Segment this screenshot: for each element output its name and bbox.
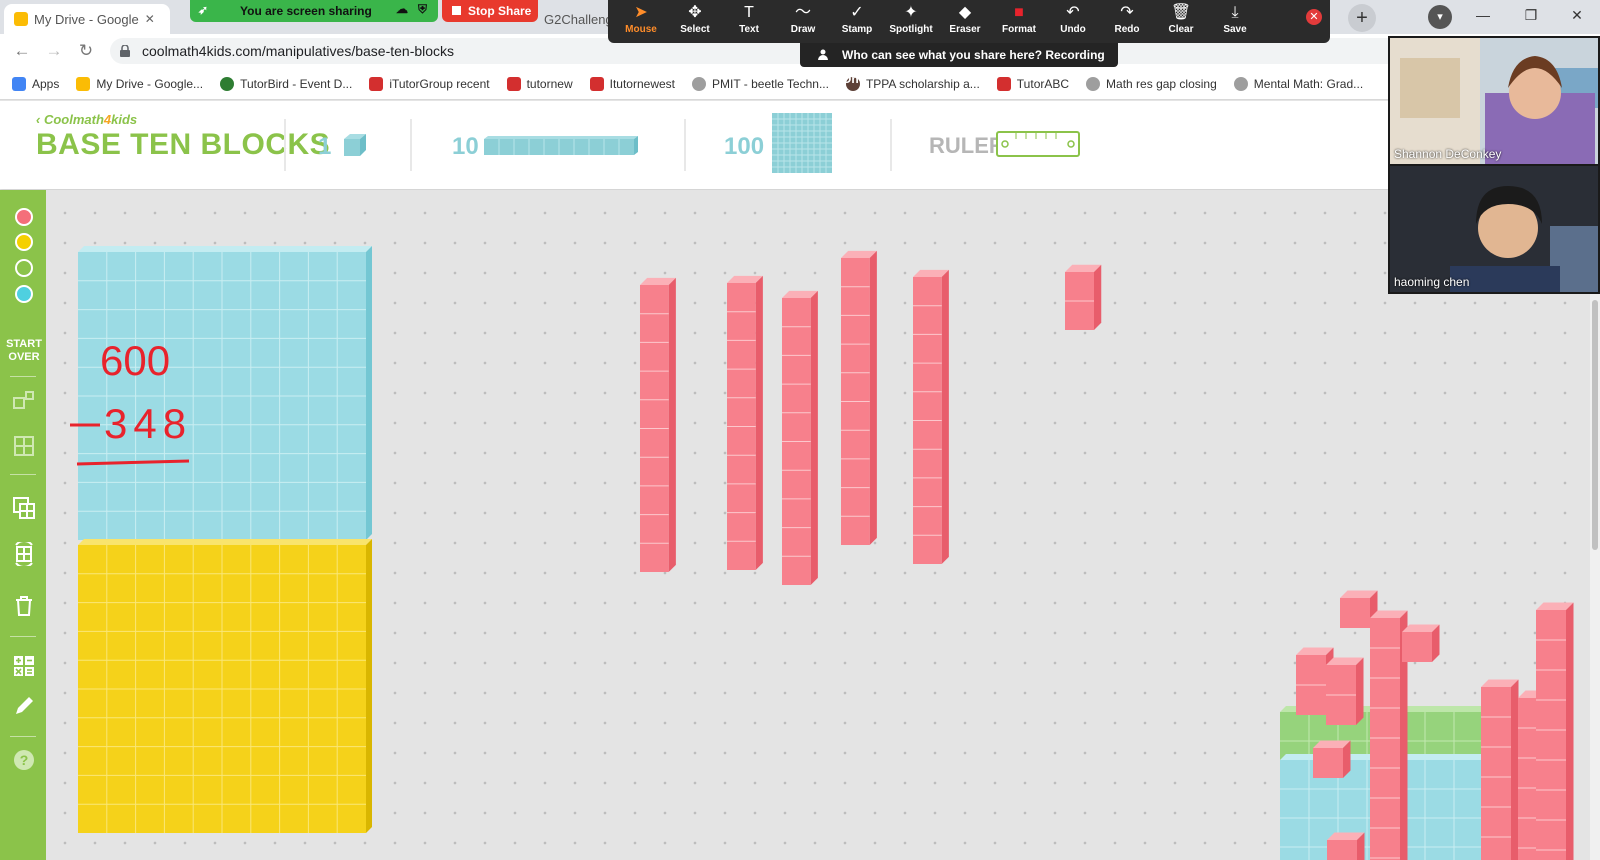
ten-rod[interactable] [913, 269, 949, 564]
unit-cubes[interactable] [1326, 657, 1364, 726]
ten-rod[interactable] [640, 277, 676, 572]
ten-rod[interactable] [1370, 610, 1408, 860]
text-t-icon: T [744, 4, 754, 21]
zoom-tool-label: Spotlight [889, 24, 933, 35]
person-icon [818, 49, 828, 60]
zoom-tool-select[interactable]: ✥ Select [668, 0, 722, 43]
cloud-icon: ☁ [396, 2, 408, 16]
checkmark-stamp-icon: ✓ [850, 4, 864, 21]
zoom-tool-label: Undo [1060, 24, 1086, 35]
shield-icon: ⛨ [418, 2, 428, 16]
subtrahend-ink: 348 [104, 400, 192, 447]
zoom-tool-label: Clear [1168, 24, 1194, 35]
hundred-flat-yellow[interactable] [78, 539, 372, 833]
stop-share-button[interactable]: Stop Share [442, 0, 538, 22]
handwritten-subtraction: 600 348 [70, 337, 192, 466]
save-download-icon: ⤓ [1231, 4, 1239, 21]
scrollbar-thumb[interactable] [1592, 300, 1598, 550]
zoom-tool-save[interactable]: ⤓ Save [1208, 0, 1262, 43]
video-tile-student[interactable]: haoming chen [1390, 166, 1598, 292]
zoom-tool-mouse[interactable]: ➤ Mouse [614, 0, 668, 43]
zoom-tool-label: Stamp [841, 24, 873, 35]
zoom-video-panel: Shannon DeConkey haoming chen [1388, 36, 1600, 294]
stop-icon [452, 6, 461, 15]
unit-cubes[interactable] [1065, 264, 1102, 330]
zoom-tool-eraser[interactable]: ◆ Eraser [938, 0, 992, 43]
ten-rod[interactable] [1536, 602, 1574, 860]
host-video-feed [1390, 38, 1598, 164]
zoom-tool-spotlight[interactable]: ✦ Spotlight [884, 0, 938, 43]
video-tile-host[interactable]: Shannon DeConkey [1390, 38, 1598, 164]
zoom-tool-label: Redo [1114, 24, 1140, 35]
zoom-tool-label: Save [1223, 24, 1247, 35]
zoom-tool-label: Eraser [949, 24, 981, 35]
trash-icon: 🗑 [1170, 4, 1192, 21]
unit-cube[interactable] [1313, 740, 1351, 779]
red-square-icon: ■ [1014, 4, 1024, 21]
undo-icon: ↶ [1066, 4, 1080, 21]
zoom-tool-label: Format [1002, 24, 1036, 35]
unit-cube[interactable] [1327, 832, 1365, 860]
zoom-tool-redo[interactable]: ↷ Redo [1100, 0, 1154, 43]
ten-rod[interactable] [841, 250, 877, 545]
ten-rod[interactable] [727, 275, 763, 570]
zoom-tool-label: Draw [790, 24, 816, 35]
zoom-tool-draw[interactable]: 〜 Draw [776, 0, 830, 43]
unit-cube[interactable] [1402, 624, 1440, 663]
zoom-tool-format[interactable]: ■ Format [992, 0, 1046, 43]
redo-icon: ↷ [1120, 4, 1134, 21]
close-annotation-icon[interactable]: ✕ [1306, 9, 1322, 25]
zoom-tool-undo[interactable]: ↶ Undo [1046, 0, 1100, 43]
screen-sharing-indicator: ➶ You are screen sharing ☁ ⛨ [190, 0, 438, 22]
mouse-pointer-icon: ➤ [634, 4, 648, 21]
magic-wand-icon: ✦ [904, 4, 918, 21]
squiggle-draw-icon: 〜 [794, 4, 811, 21]
zoom-tool-clear[interactable]: 🗑 Clear [1154, 0, 1208, 43]
student-video-feed [1390, 166, 1598, 292]
blocks-layer [78, 246, 1574, 860]
zoom-tool-label: Text [739, 24, 759, 35]
move-arrows-icon: ✥ [688, 4, 702, 21]
recording-banner[interactable]: Who can see what you share here? Recordi… [800, 43, 1118, 86]
zoom-annotation-toolbar: ✕ ➤ Mouse ✥ Select T Text 〜 Draw ✓ Stamp ✦ Spotligh… [608, 0, 1330, 43]
zoom-tool-label: Select [680, 24, 710, 35]
ten-rod[interactable] [1481, 679, 1519, 860]
zoom-tool-text[interactable]: T Text [722, 0, 776, 43]
eraser-icon: ◆ [958, 4, 972, 21]
zoom-tool-label: Mouse [625, 24, 657, 35]
minuend-ink: 600 [100, 337, 170, 384]
answer-line-ink [76, 459, 190, 466]
zoom-tool-stamp[interactable]: ✓ Stamp [830, 0, 884, 43]
ten-rod[interactable] [782, 290, 818, 585]
share-leaf-icon: ➶ [198, 3, 209, 17]
